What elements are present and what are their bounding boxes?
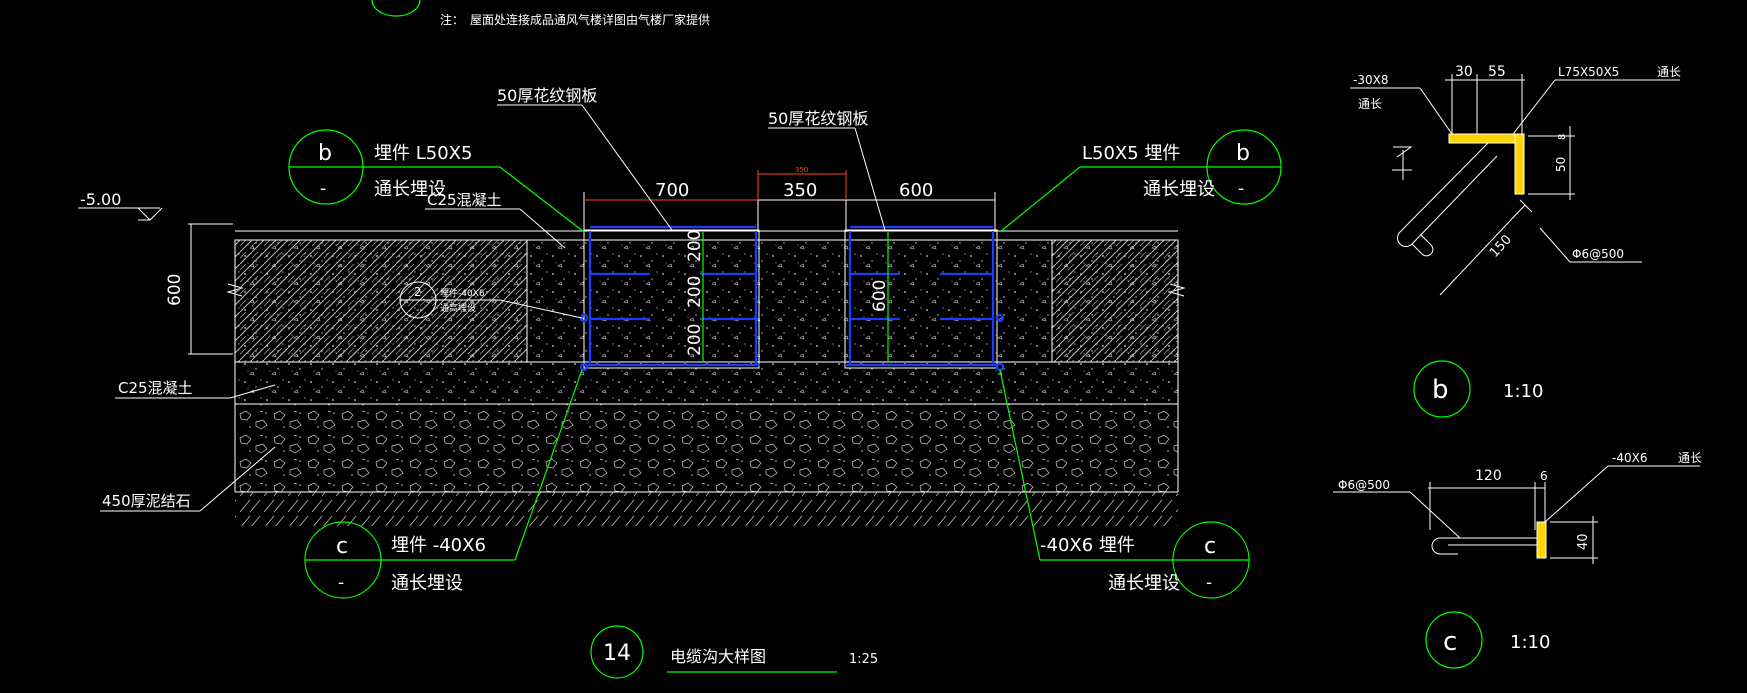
detail-b-dim-50: 50 [1554,157,1568,172]
detail-c-letter: c [1443,627,1457,657]
hatched-block-right [1051,239,1179,363]
callout-2-sub: - [416,305,420,316]
callout-c-right-line1: -40X6 埋件 [1040,535,1135,556]
detail-b-dim-150: 150 [1487,232,1515,260]
callout-2-line2: 通高埋设 [440,302,476,314]
earth-hatch [235,492,1178,526]
callout-b-left-sub: - [320,179,326,199]
dim-700: 700 [655,180,689,201]
callout-2-num: 2 [414,285,422,299]
depth-dimension [188,223,233,355]
detail-b-angle-shape [1514,133,1525,195]
title-ref-number: 14 [603,641,631,666]
partial-callout-circle [371,0,421,17]
label-plate-left: 50厚花纹钢板 [497,86,597,105]
callout-c-left-sub: - [338,573,344,593]
callout-c-left-letter: c [336,534,348,559]
dim-600-top: 600 [899,180,933,201]
top-note: 注： 屋面处连接成品通风气楼详图由气楼厂家提供 [371,0,710,27]
hatched-block-left [234,239,528,363]
detail-c-plate: -40X6 [1612,451,1647,465]
detail-b-scale: 1:10 [1503,381,1543,402]
dim-200-a: 200 [685,230,705,262]
detail-c-dim-120: 120 [1475,468,1502,484]
cad-drawing-canvas: 注： 屋面处连接成品通风气楼详图由气楼厂家提供 700 350 350 600 … [78,0,1702,679]
callout-c-right-sub: - [1206,573,1212,593]
dim-350-small: 350 [795,166,808,174]
detail-b: 30 55 -30X8 通长 L75X50X5 通长 50 8 150 Φ6@5… [1350,64,1681,418]
elevation-mark [78,207,163,221]
dim-depth-600: 600 [165,274,185,306]
detail-b-plate-shape [1448,133,1522,144]
callout-b-right-sub: - [1238,179,1244,199]
note-prefix: 注： [440,12,464,27]
callout-2-line1: 埋件-40X6 [440,287,485,299]
detail-b-letter: b [1432,375,1449,405]
main-scale: 1:25 [849,652,878,667]
detail-b-bar [1397,142,1498,247]
elevation-text: -5.00 [80,190,121,209]
detail-c-bar-label: Φ6@500 [1338,478,1390,492]
callout-b-right-line1: L50X5 埋件 [1082,143,1180,164]
callout-b-left-letter: b [318,141,332,166]
detail-c: Φ6@500 120 6 -40X6 通长 40 c 1:10 [1333,451,1702,669]
detail-c-dim-40: 40 [1576,533,1591,550]
main-title: 电缆沟大样图 [670,647,766,666]
label-c25-bottom: C25混凝土 [118,379,193,397]
detail-b-plate: -30X8 [1353,73,1388,87]
detail-b-angle: L75X50X5 [1558,65,1619,79]
detail-b-dim-30: 30 [1455,64,1473,80]
dim-200-b: 200 [685,276,705,308]
detail-c-dim-6: 6 [1540,469,1548,483]
leader-plate-right [854,127,886,231]
callout-b-left-line1: 埋件 L50X5 [374,143,472,164]
dim-600-inner: 600 [870,280,890,312]
dim-200-c: 200 [685,324,705,356]
label-plate-right: 50厚花纹钢板 [768,109,868,128]
label-gravel: 450厚泥结石 [102,492,191,510]
dim-350: 350 [783,180,817,201]
callout-b-right-letter: b [1236,141,1250,166]
detail-c-bar [1431,537,1537,555]
cable-trench-section: 700 350 350 600 200 200 200 600 600 -5.0… [78,86,1282,679]
detail-b-dim-8: 8 [1557,134,1568,140]
detail-c-scale: 1:10 [1510,632,1550,653]
detail-c-plate-note: 通长 [1678,451,1702,465]
detail-b-bar-hook [1411,234,1434,257]
gravel-fill [235,404,1178,492]
detail-c-plate-shape [1536,521,1547,559]
callout-c-right-letter: c [1204,534,1216,559]
note-text: 屋面处连接成品通风气楼详图由气楼厂家提供 [470,12,710,27]
callout-c-left-line2: 通长埋设 [391,573,463,594]
callout-b-right-line2: 通长埋设 [1143,179,1215,200]
detail-b-angle-note: 通长 [1657,65,1681,79]
detail-b-bar-label: Φ6@500 [1572,247,1624,261]
callout-b-left-line2: 通长埋设 [374,179,446,200]
leader-plate-left [581,104,673,231]
detail-b-plate-note: 通长 [1358,97,1382,111]
callout-c-right-line2: 通长埋设 [1108,573,1180,594]
callout-c-left-line1: 埋件 -40X6 [391,535,486,556]
detail-b-dim-55: 55 [1488,64,1506,80]
